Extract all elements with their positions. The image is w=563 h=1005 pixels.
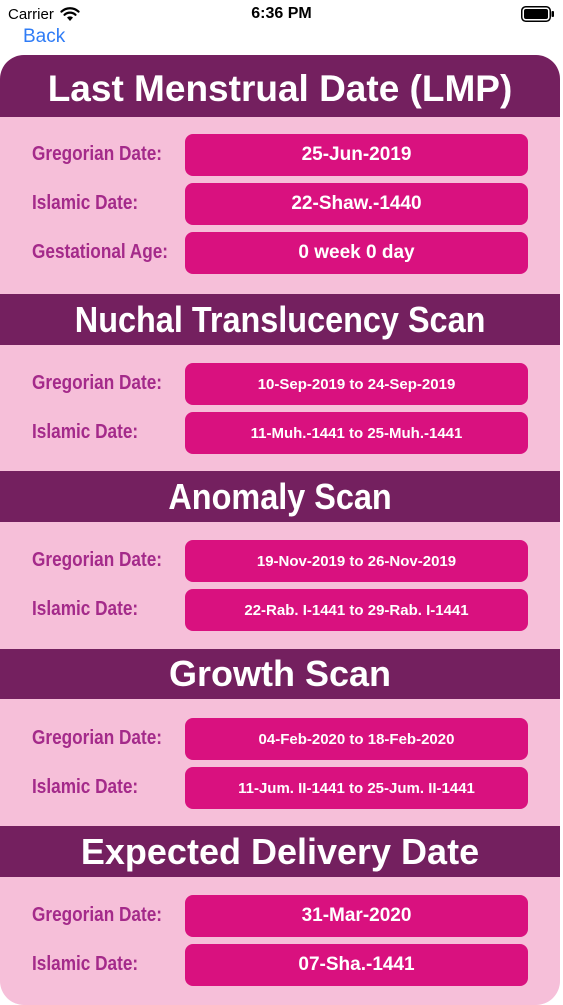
anomaly-islamic-label: Islamic Date: — [32, 598, 139, 620]
lmp-gregorian-label: Gregorian Date: — [32, 143, 162, 165]
anomaly-islamic-value: 22-Rab. I-1441 to 29-Rab. I-1441 — [185, 589, 528, 631]
nt-section-header: Nuchal Translucency Scan — [0, 294, 560, 345]
results-card: Last Menstrual Date (LMP) Gregorian Date… — [0, 55, 560, 1005]
edd-gregorian-value: 31-Mar-2020 — [185, 895, 528, 937]
growth-gregorian-value: 04-Feb-2020 to 18-Feb-2020 — [185, 718, 528, 760]
lmp-gestational-age-label: Gestational Age: — [32, 241, 169, 263]
anomaly-gregorian-label: Gregorian Date: — [32, 549, 162, 571]
anomaly-gregorian-value: 19-Nov-2019 to 26-Nov-2019 — [185, 540, 528, 582]
edd-gregorian-label: Gregorian Date: — [32, 904, 162, 926]
growth-title: Growth Scan — [168, 653, 392, 694]
growth-islamic-label: Islamic Date: — [32, 776, 139, 798]
lmp-gestational-age-value: 0 week 0 day — [185, 232, 528, 274]
nt-gregorian-value: 10-Sep-2019 to 24-Sep-2019 — [185, 363, 528, 405]
nt-islamic-label: Islamic Date: — [32, 421, 139, 443]
status-bar: Carrier 6:36 PM — [0, 0, 563, 30]
edd-islamic-value: 07-Sha.-1441 — [185, 944, 528, 986]
growth-islamic-value: 11-Jum. II-1441 to 25-Jum. II-1441 — [185, 767, 528, 809]
lmp-title: Last Menstrual Date (LMP) — [47, 68, 513, 109]
lmp-section-header: Last Menstrual Date (LMP) — [0, 55, 560, 117]
nt-islamic-value: 11-Muh.-1441 to 25-Muh.-1441 — [185, 412, 528, 454]
edd-title: Expected Delivery Date — [80, 830, 480, 872]
lmp-gregorian-value: 25-Jun-2019 — [185, 134, 528, 176]
edd-islamic-label: Islamic Date: — [32, 953, 139, 975]
status-time: 6:36 PM — [251, 5, 312, 22]
battery-icon — [521, 6, 554, 22]
lmp-islamic-value: 22-Shaw.-1440 — [185, 183, 528, 225]
back-button[interactable]: Back — [23, 26, 65, 48]
growth-gregorian-label: Gregorian Date: — [32, 727, 162, 749]
edd-section-header: Expected Delivery Date — [0, 826, 560, 877]
nt-title: Nuchal Translucency Scan — [74, 298, 486, 340]
growth-section-header: Growth Scan — [0, 649, 560, 699]
anomaly-section-header: Anomaly Scan — [0, 471, 560, 522]
nt-gregorian-label: Gregorian Date: — [32, 372, 162, 394]
anomaly-title: Anomaly Scan — [168, 475, 392, 517]
lmp-islamic-label: Islamic Date: — [32, 192, 139, 214]
